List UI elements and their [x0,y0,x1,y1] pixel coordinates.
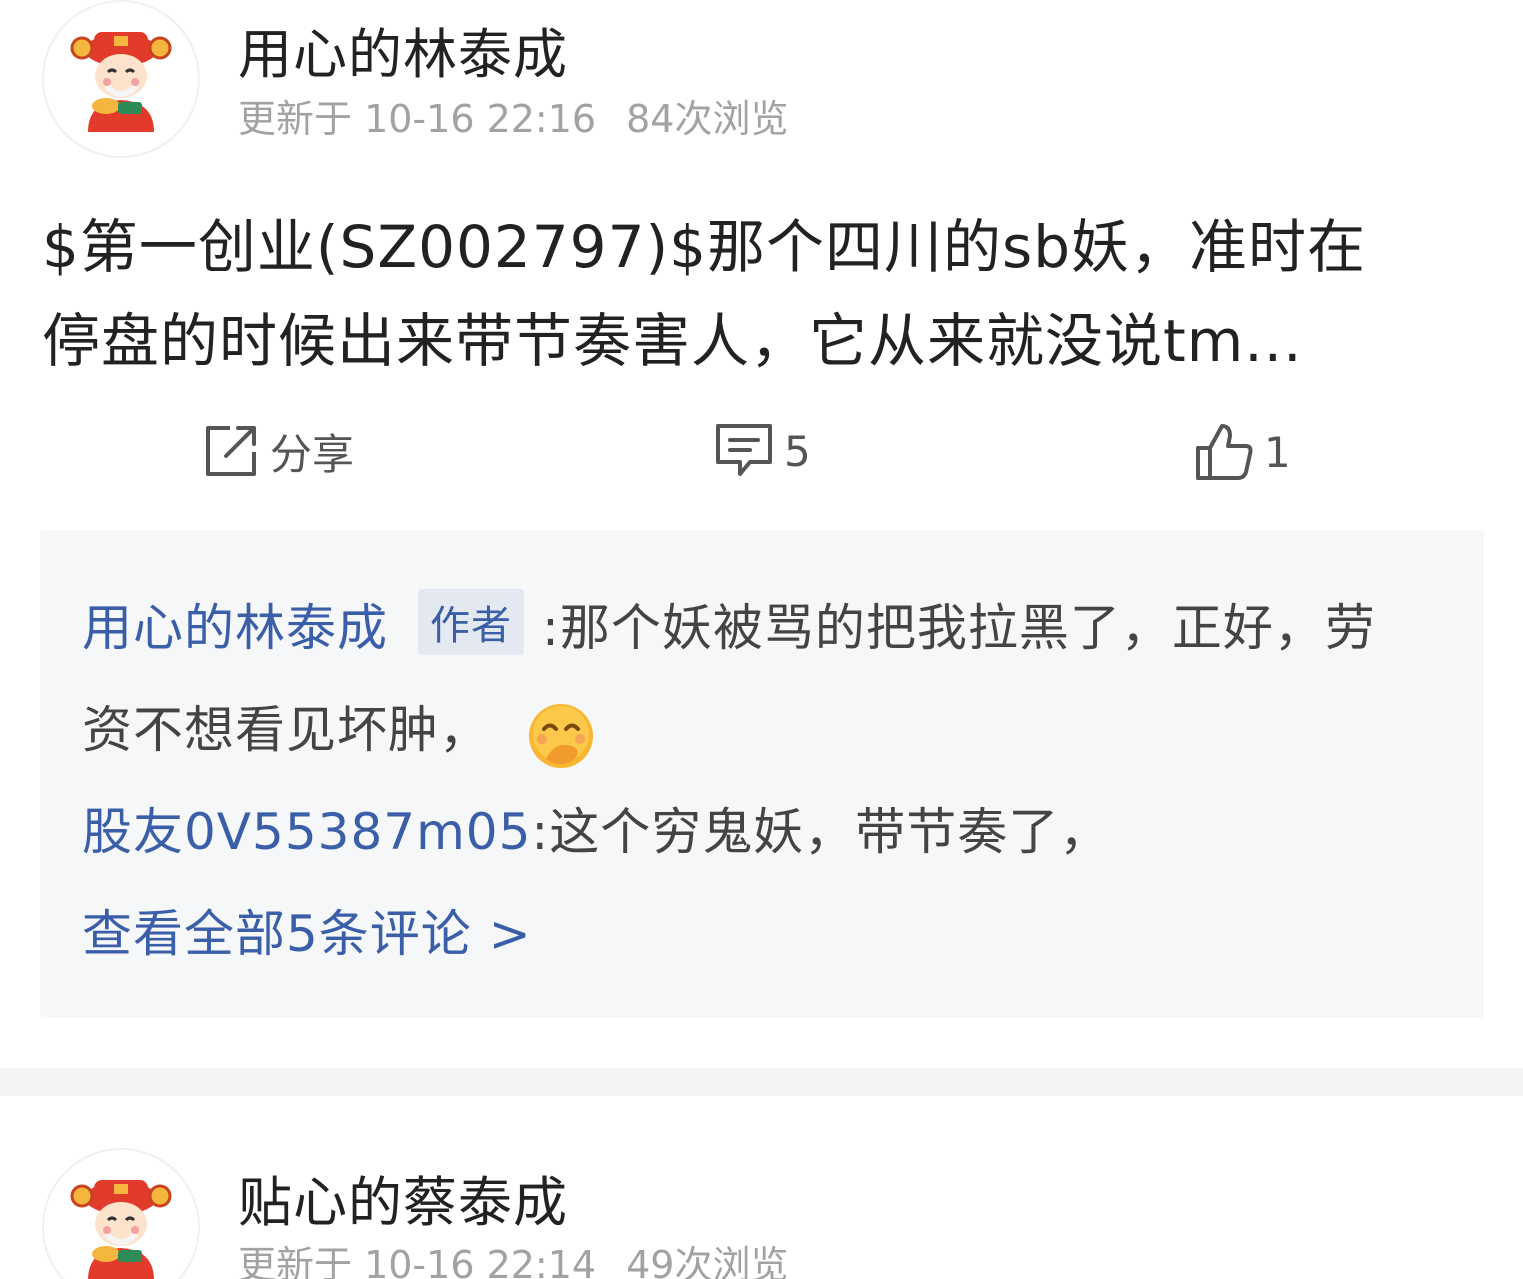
update-time: 更新于 10-16 22:16 [238,97,597,141]
comment-text: 资不想看见坏肿， [82,701,490,759]
post-meta: 更新于 10-16 22:16 84次浏览 [238,88,788,143]
author-name[interactable]: 贴心的蔡泰成 [238,1158,568,1237]
comment-button[interactable]: 5 [712,420,811,482]
author-name[interactable]: 用心的林泰成 [238,10,568,89]
post-content-line: 停盘的时候出来带节奏害人，它从来就没说tm... [42,307,1303,375]
comment-user[interactable]: 用心的林泰成 [82,599,388,657]
caishen-avatar-icon [70,32,172,132]
like-button[interactable]: 1 [1192,420,1291,484]
update-time: 更新于 10-16 22:14 [238,1243,597,1279]
post-meta: 更新于 10-16 22:14 49次浏览 [238,1234,788,1279]
comment-item-continuation[interactable]: 资不想看见坏肿， [82,690,596,783]
share-icon [206,426,256,476]
post-divider [0,1068,1523,1096]
post-content-line: $第一创业(SZ002797)$那个四川的sb妖，准时在 [42,213,1367,281]
smirk-laugh-emoji-icon [526,701,596,783]
comment-item[interactable]: 用心的林泰成 作者 :那个妖被骂的把我拉黑了，正好，劳 [82,588,1376,660]
comment-icon [716,424,772,476]
comment-item[interactable]: 股友0V55387m05:这个穷鬼妖，带节奏了， [82,792,1110,864]
author-badge: 作者 [418,589,524,655]
avatar[interactable] [42,0,200,158]
avatar[interactable] [42,1148,200,1279]
comment-preview-panel[interactable]: 用心的林泰成 作者 :那个妖被骂的把我拉黑了，正好，劳 资不想看见坏肿， 股友0V5… [40,530,1484,1018]
caishen-avatar-icon [70,1180,172,1279]
comment-count: 5 [784,426,811,476]
comment-text: :那个妖被骂的把我拉黑了，正好，劳 [542,599,1376,657]
action-bar: 分享 5 1 [0,420,1523,500]
view-count: 49次浏览 [626,1243,789,1279]
view-count: 84次浏览 [626,97,789,141]
view-all-comments-link[interactable]: 查看全部5条评论 > [82,894,532,966]
comment-text: :这个穷鬼妖，带节奏了， [531,803,1111,861]
post-content[interactable]: $第一创业(SZ002797)$那个四川的sb妖，准时在 停盘的时候出来带节奏害… [42,200,1482,388]
comment-user[interactable]: 股友0V55387m05 [82,803,531,861]
share-label: 分享 [270,429,355,479]
like-icon [1196,424,1253,480]
share-button[interactable]: 分享 [200,420,354,482]
like-count: 1 [1264,427,1291,477]
